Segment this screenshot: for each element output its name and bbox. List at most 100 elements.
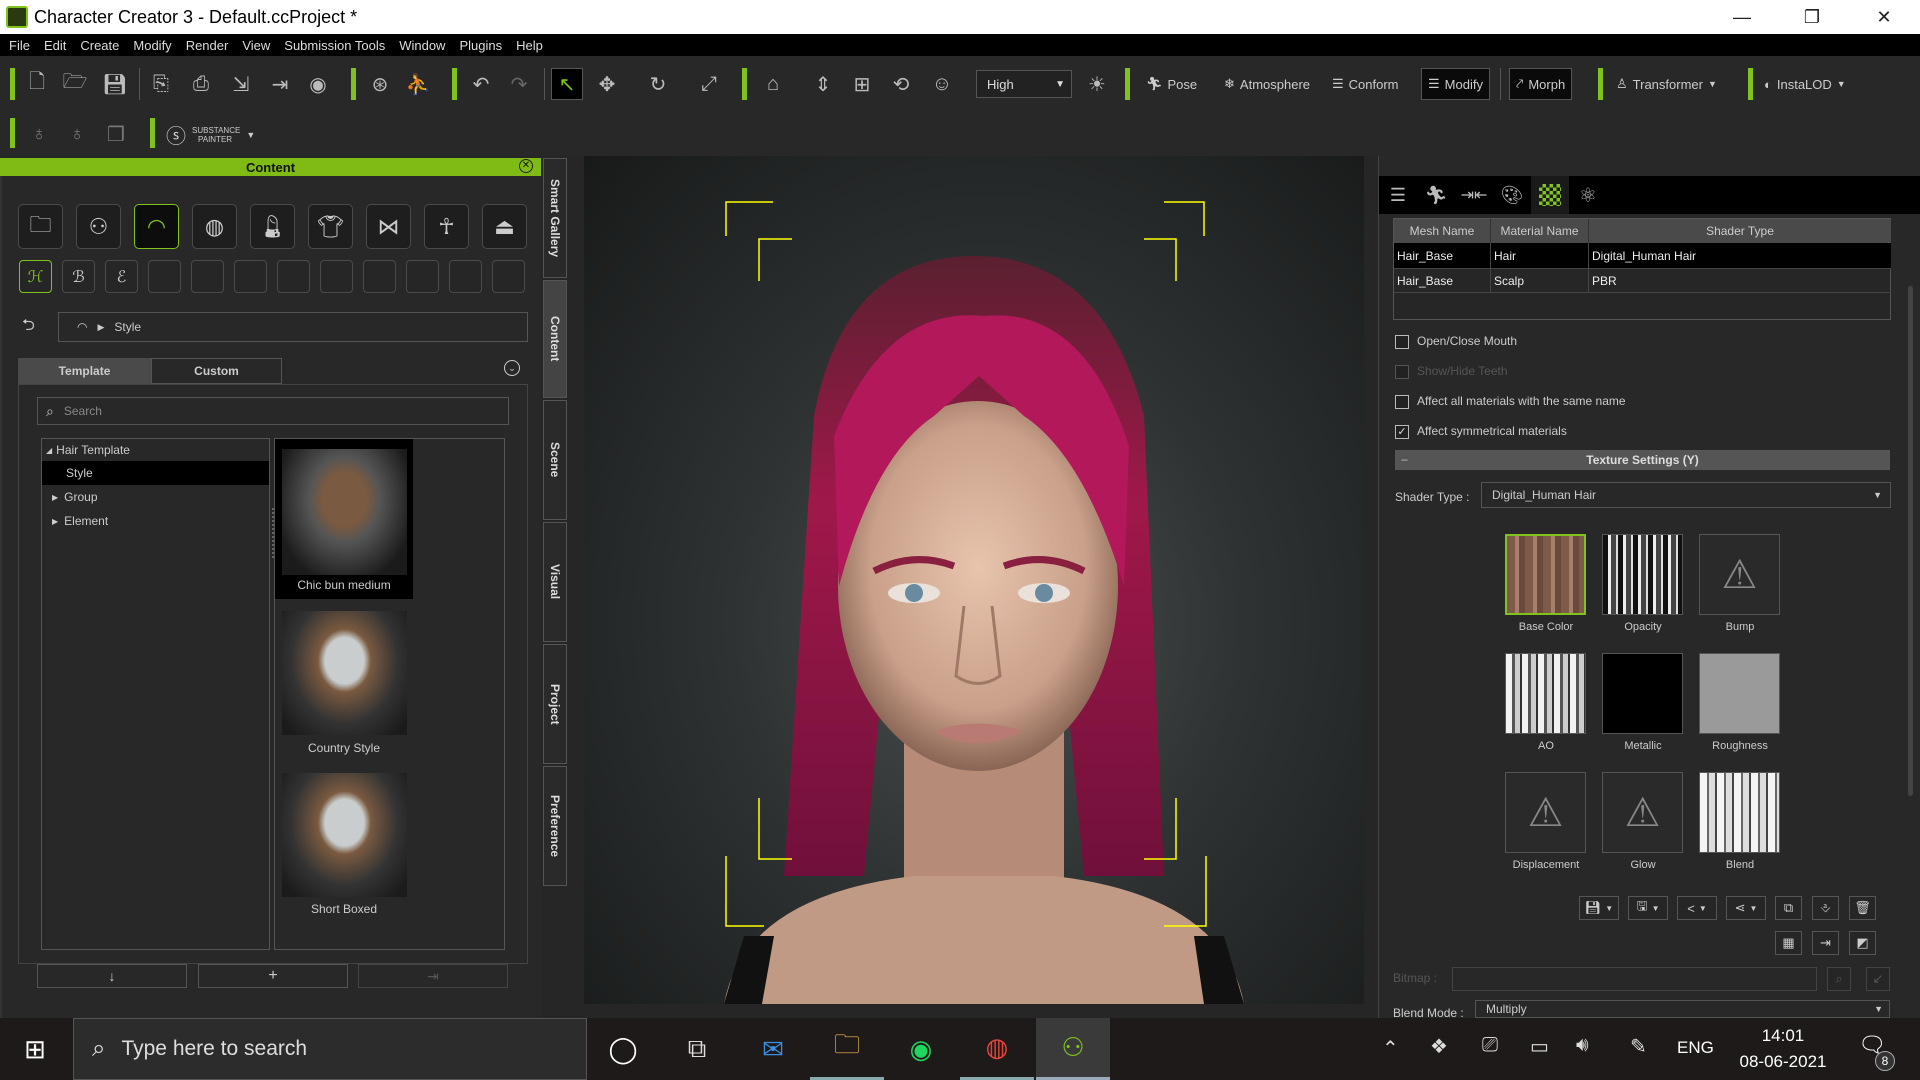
subcat-element[interactable]: ℰ: [105, 260, 138, 293]
conform-button[interactable]: ☰ Conform: [1326, 69, 1405, 99]
orbit-icon[interactable]: ⟲: [886, 69, 916, 99]
save-texture-button[interactable]: 💾︎ ▼: [1579, 896, 1619, 920]
tree-item-hair-template[interactable]: ◢ Hair Template: [42, 439, 269, 461]
texture-slot-blend[interactable]: [1699, 772, 1780, 853]
column-header[interactable]: Shader Type: [1589, 219, 1891, 243]
scrollbar[interactable]: [1908, 286, 1913, 796]
dropbox-icon[interactable]: ❖: [1430, 1034, 1448, 1059]
category-character[interactable]: ⚇: [76, 204, 121, 249]
quality-select[interactable]: High ▼: [976, 70, 1072, 98]
category-makeup[interactable]: 💄︎: [250, 204, 295, 249]
show-hide-teeth-checkbox[interactable]: [1395, 365, 1409, 379]
shader-type-select[interactable]: Digital_Human Hair ▼: [1481, 482, 1891, 508]
back-icon[interactable]: ⮌: [22, 314, 35, 341]
menu-plugins[interactable]: Plugins: [454, 38, 511, 53]
subcat-hair[interactable]: ℋ: [19, 260, 52, 293]
task-view-button[interactable]: ⧉: [660, 1018, 734, 1080]
column-header[interactable]: Mesh Name: [1394, 219, 1491, 243]
export-usd-icon[interactable]: ⇲: [226, 69, 256, 99]
share-button[interactable]: < ▼: [1677, 896, 1717, 920]
uv-adjust-button[interactable]: ▦: [1775, 931, 1802, 955]
menu-help[interactable]: Help: [511, 38, 552, 53]
battery-icon[interactable]: ▭: [1530, 1034, 1549, 1059]
menu-edit[interactable]: Edit: [39, 38, 75, 53]
expand-icon[interactable]: ⌄: [504, 360, 520, 376]
tree-item-style[interactable]: Style: [42, 461, 269, 485]
category-skin[interactable]: ◍: [192, 204, 237, 249]
subcat-empty[interactable]: [191, 260, 224, 293]
hair-icon[interactable]: ◠: [77, 320, 87, 334]
open-folder-icon[interactable]: 🗁: [60, 69, 90, 99]
open-close-mouth-checkbox[interactable]: [1395, 335, 1409, 349]
language-indicator[interactable]: ENG: [1677, 1038, 1714, 1058]
table-row[interactable]: Hair_Base Scalp PBR: [1394, 268, 1891, 293]
spotify-app[interactable]: ◉: [884, 1018, 958, 1080]
motion-tab-icon[interactable]: 🏃︎: [1421, 180, 1451, 210]
palette-tab-icon[interactable]: 🎨︎: [1497, 180, 1527, 210]
texture-slot-glow[interactable]: ⚠: [1602, 772, 1683, 853]
subcat-beard[interactable]: ℬ: [62, 260, 95, 293]
menu-file[interactable]: File: [4, 38, 39, 53]
import-button[interactable]: ⇥: [358, 964, 508, 988]
category-stage[interactable]: ⏏: [482, 204, 527, 249]
texture-slot-base-color[interactable]: [1505, 534, 1586, 615]
affect-symmetrical-checkbox[interactable]: ✓: [1395, 425, 1409, 439]
menu-create[interactable]: Create: [75, 38, 128, 53]
pose-button[interactable]: 🏃︎ Pose: [1140, 69, 1203, 99]
export-icon[interactable]: ⇥: [265, 69, 295, 99]
material-tab-icon[interactable]: [1531, 176, 1569, 214]
select-tool-icon[interactable]: ↖: [551, 68, 583, 100]
fit-height-icon[interactable]: ⇕: [808, 69, 838, 99]
atmosphere-button[interactable]: ❄ Atmosphere: [1218, 69, 1316, 99]
instalod-button[interactable]: ◐ InstaLOD ▼: [1758, 69, 1852, 99]
clock-date[interactable]: 08-06-2021: [1728, 1052, 1838, 1072]
texture-slot-bump[interactable]: ⚠: [1699, 534, 1780, 615]
subcat-empty[interactable]: [492, 260, 525, 293]
cc-to-iclone-icon[interactable]: ⊛: [365, 69, 395, 99]
morph-button[interactable]: ⤤ Morph: [1509, 68, 1573, 100]
undo-icon[interactable]: ↶: [466, 69, 496, 99]
texture-slot-metallic[interactable]: [1602, 653, 1683, 734]
delete-button[interactable]: 🗑︎: [1849, 896, 1876, 920]
character-transfer-icon[interactable]: ♁: [24, 119, 54, 149]
bitmap-field[interactable]: [1452, 967, 1817, 991]
category-accessory[interactable]: ⋈: [366, 204, 411, 249]
tree-item-group[interactable]: ▶ Group: [42, 485, 269, 509]
new-file-icon[interactable]: 🗋: [22, 69, 52, 99]
save-as-texture-button[interactable]: 🖫 ▼: [1628, 896, 1668, 920]
content-item[interactable]: Chic bun medium: [275, 439, 413, 599]
mail-app[interactable]: ✉: [736, 1018, 810, 1080]
menu-modify[interactable]: Modify: [128, 38, 180, 53]
texture-settings-header[interactable]: − Texture Settings (Y): [1395, 450, 1890, 470]
channel-button[interactable]: ◩: [1849, 931, 1876, 955]
morph-tab-icon[interactable]: ⇥⇤: [1459, 180, 1489, 210]
file-explorer-app[interactable]: 🗀: [810, 1018, 884, 1080]
physics-tab-icon[interactable]: ⚛: [1573, 180, 1603, 210]
tab-project[interactable]: Project: [543, 644, 567, 764]
save-icon[interactable]: 💾︎: [100, 69, 130, 99]
tab-scene[interactable]: Scene: [543, 400, 567, 520]
clock-time[interactable]: 14:01: [1728, 1026, 1838, 1046]
sliders-tab-icon[interactable]: ☰: [1383, 180, 1413, 210]
move-tool-icon[interactable]: ✥: [592, 69, 622, 99]
chrome-app[interactable]: ◍: [960, 1018, 1034, 1080]
modify-button[interactable]: ☰ Modify: [1421, 68, 1490, 100]
copy-button[interactable]: ⧉: [1775, 896, 1802, 920]
restore-button[interactable]: ❐: [1780, 0, 1844, 34]
import-texture-button[interactable]: ⇥: [1812, 931, 1839, 955]
menu-window[interactable]: Window: [394, 38, 454, 53]
column-header[interactable]: Material Name: [1491, 219, 1589, 243]
texture-slot-displacement[interactable]: ⚠: [1505, 772, 1586, 853]
blend-mode-select[interactable]: Multiply ▼: [1475, 1000, 1890, 1018]
camera-icon[interactable]: ⎚: [1482, 1034, 1498, 1057]
subcat-empty[interactable]: [449, 260, 482, 293]
tab-visual[interactable]: Visual: [543, 522, 567, 642]
3d-viewport[interactable]: [584, 156, 1364, 1004]
scale-tool-icon[interactable]: ⤢: [694, 69, 724, 99]
cortana-button[interactable]: ◯: [586, 1018, 660, 1080]
substance-painter-button[interactable]: ⓢ SUBSTANCE PAINTER ▼: [166, 120, 255, 149]
subcat-empty[interactable]: [234, 260, 267, 293]
tab-custom[interactable]: Custom: [151, 358, 282, 384]
minimize-button[interactable]: —: [1710, 0, 1774, 34]
tab-preference[interactable]: Preference: [543, 766, 567, 886]
